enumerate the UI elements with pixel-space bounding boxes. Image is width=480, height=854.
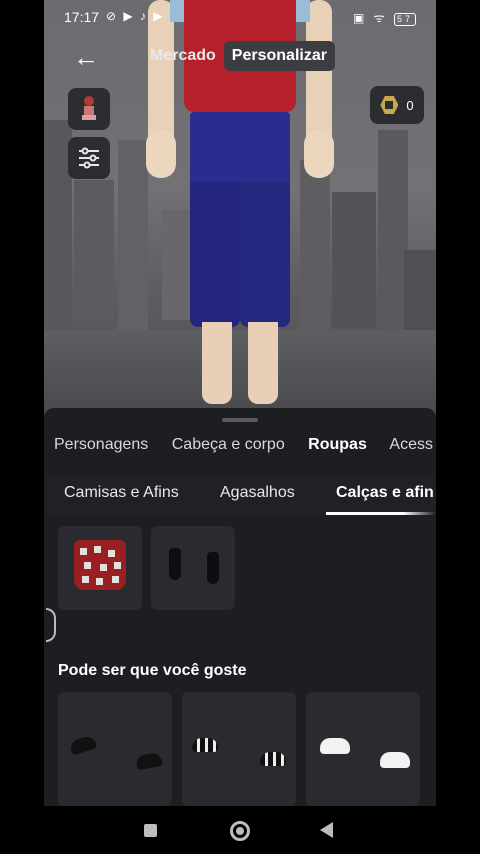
avatar-thumbnail-button[interactable] xyxy=(68,88,110,130)
robux-balance[interactable]: 0 xyxy=(370,86,424,124)
robux-icon xyxy=(380,96,399,114)
subcategory-tabs: Camisas e Afins Agasalhos Calças e afin xyxy=(44,474,436,515)
status-time: 17:17 xyxy=(64,9,100,25)
battery-icon: 57 xyxy=(393,13,416,26)
signal-wifi-icons: ▣ ᯤ xyxy=(353,11,388,25)
category-personagens[interactable]: Personagens xyxy=(54,436,148,453)
sliders-icon xyxy=(79,147,99,169)
red-shorts-icon xyxy=(74,540,126,590)
recommended-item-tile[interactable] xyxy=(58,692,172,806)
status-bar: 17:17 ⊘ ▶ ♪ ▶ ▣ ᯤ 57 xyxy=(44,0,436,34)
selected-tab-indicator xyxy=(326,512,436,515)
avatar-thumbnail-icon xyxy=(82,96,96,120)
drag-handle[interactable] xyxy=(222,418,258,422)
tab-mercado[interactable]: Mercado xyxy=(142,41,224,71)
notification-icons: ⊘ ▶ ♪ ▶ xyxy=(106,9,165,23)
settings-sliders-button[interactable] xyxy=(68,137,110,179)
home-circle-icon[interactable] xyxy=(230,821,250,841)
arrow-left-icon: ← xyxy=(73,41,99,72)
recommended-item-tile[interactable] xyxy=(182,692,296,806)
category-cabeca-corpo[interactable]: Cabeça e corpo xyxy=(172,436,285,453)
system-icons: ▣ ᯤ 57 xyxy=(353,9,416,26)
robux-amount: 0 xyxy=(406,97,414,113)
subcategory-calcas[interactable]: Calças e afin xyxy=(336,484,434,502)
scroll-edge-indicator xyxy=(46,608,56,642)
category-acessorios[interactable]: Acess xyxy=(389,436,433,453)
subcategory-agasalhos[interactable]: Agasalhos xyxy=(220,484,295,502)
recents-square-icon[interactable] xyxy=(144,824,157,837)
item-tile[interactable] xyxy=(58,526,142,610)
item-tile[interactable] xyxy=(151,526,235,610)
recommended-item-tile[interactable] xyxy=(306,692,420,806)
back-triangle-icon[interactable] xyxy=(320,822,333,838)
tab-personalizar[interactable]: Personalizar xyxy=(223,41,335,71)
recommended-title: Pode ser que você goste xyxy=(58,662,247,679)
catalog-panel: Personagens Cabeça e corpo Roupas Acess … xyxy=(44,408,436,806)
system-nav-bar xyxy=(0,806,480,854)
mode-tabs: Mercado Personalizar xyxy=(142,40,335,72)
category-roupas[interactable]: Roupas xyxy=(308,436,367,453)
category-tabs: Personagens Cabeça e corpo Roupas Acess xyxy=(54,436,436,454)
app-window: 17:17 ⊘ ▶ ♪ ▶ ▣ ᯤ 57 ← Mercado Personali… xyxy=(44,0,436,806)
back-button[interactable]: ← xyxy=(68,42,104,72)
subcategory-camisas[interactable]: Camisas e Afins xyxy=(64,484,179,502)
